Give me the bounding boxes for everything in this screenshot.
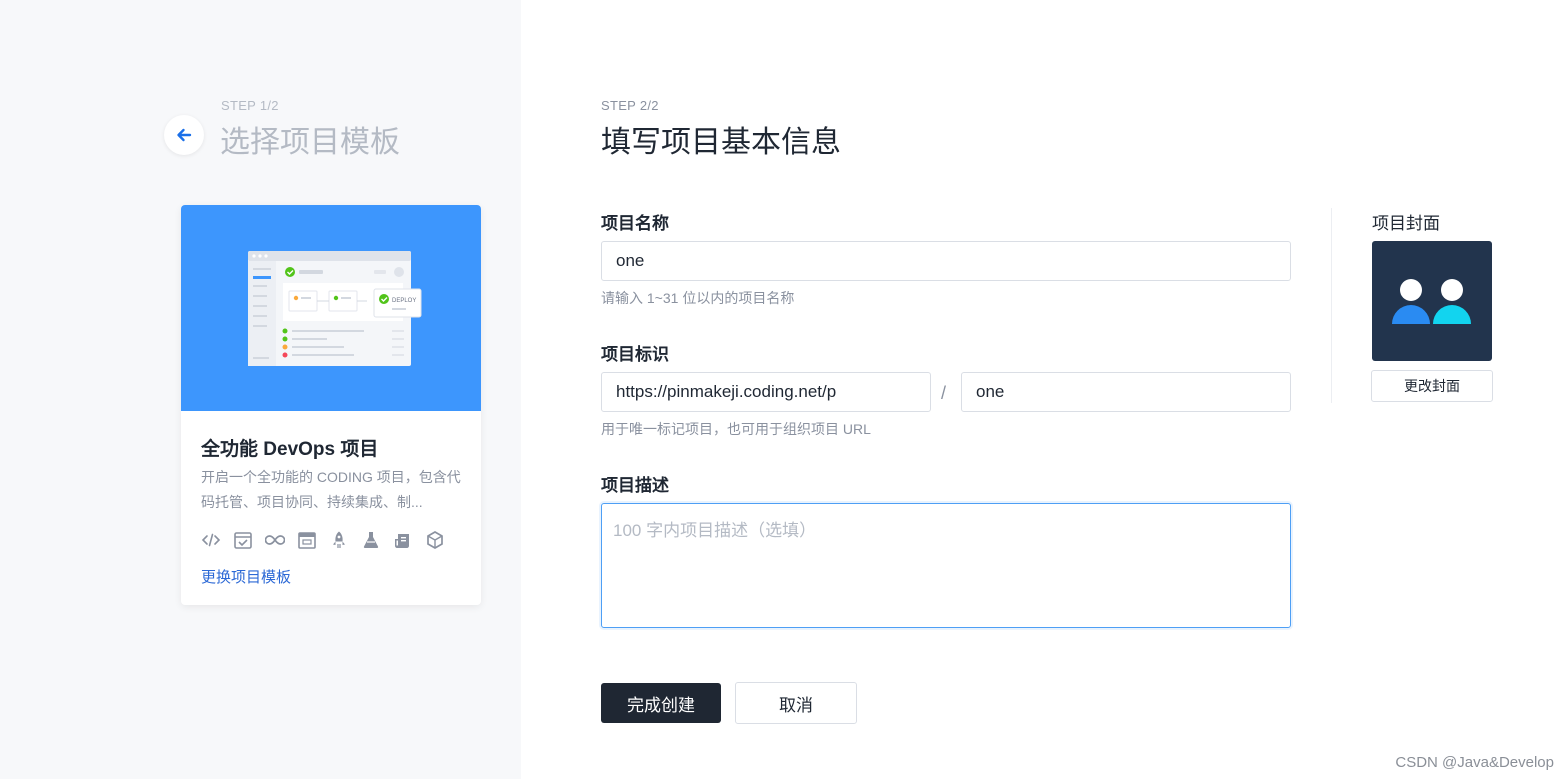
step1-label: STEP 1/2 [221, 98, 279, 113]
project-url-prefix-input[interactable] [601, 372, 931, 412]
project-identifier-input[interactable] [961, 372, 1291, 412]
cover-label: 项目封面 [1372, 214, 1440, 233]
window-icon [297, 530, 317, 550]
template-banner: DEPLOY [181, 205, 481, 411]
template-title: 全功能 DevOps 项目 [201, 439, 379, 460]
rocket-icon [329, 530, 349, 550]
infinity-icon [265, 530, 285, 550]
url-separator: / [941, 383, 947, 403]
cover-divider [1331, 208, 1332, 403]
change-cover-button[interactable]: 更改封面 [1371, 370, 1493, 402]
cancel-button[interactable]: 取消 [735, 682, 857, 724]
project-name-hint: 请输入 1~31 位以内的项目名称 [601, 290, 795, 306]
step2-label: STEP 2/2 [601, 98, 659, 113]
watermark: CSDN @Java&Develop [1395, 754, 1554, 771]
project-name-input[interactable] [601, 241, 1291, 281]
devops-illustration: DEPLOY [248, 251, 422, 366]
flask-icon [361, 530, 381, 550]
page-title: 填写项目基本信息 [601, 126, 841, 159]
arrow-left-icon [177, 128, 192, 142]
people-icon [1392, 279, 1471, 324]
project-cover-image [1372, 241, 1492, 361]
project-identifier-label: 项目标识 [601, 345, 669, 364]
project-name-label: 项目名称 [601, 214, 669, 233]
project-description-label: 项目描述 [601, 476, 669, 495]
task-check-icon [233, 530, 253, 550]
step1-title: 选择项目模板 [220, 126, 400, 159]
change-template-link[interactable]: 更换项目模板 [201, 566, 291, 587]
template-card[interactable]: DEPLOY 全功能 DevOps 项目 开启一个全功能的 CODING 项目，… [181, 205, 481, 605]
template-panel: STEP 1/2 选择项目模板 DEPLOY 全功能 DevOps 项目 开启一… [0, 0, 521, 779]
deploy-badge: DEPLOY [392, 298, 416, 304]
template-description: 开启一个全功能的 CODING 项目，包含代码托管、项目协同、持续集成、制... [201, 469, 461, 510]
package-icon [425, 530, 445, 550]
artifact-icon [393, 530, 413, 550]
code-icon [201, 530, 221, 550]
project-description-input[interactable] [601, 503, 1291, 628]
submit-button[interactable]: 完成创建 [601, 683, 721, 723]
template-feature-icons [201, 530, 445, 550]
project-identifier-hint: 用于唯一标记项目，也可用于组织项目 URL [601, 421, 871, 437]
back-button[interactable] [164, 115, 204, 155]
